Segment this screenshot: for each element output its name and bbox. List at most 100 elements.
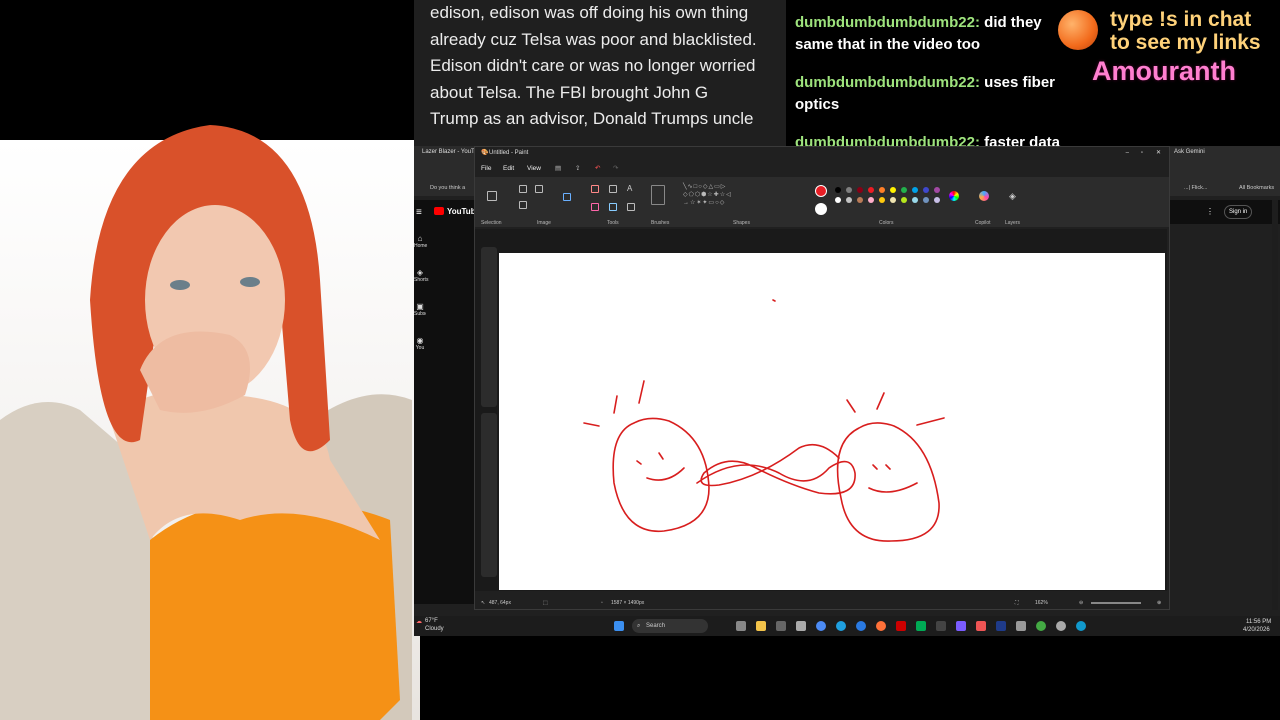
youtube-logo-icon[interactable]: [434, 207, 444, 215]
fill-icon[interactable]: [609, 185, 617, 193]
color-swatch[interactable]: [923, 187, 929, 193]
image-select-icon[interactable]: [563, 193, 571, 201]
browser-tab[interactable]: Lazer Blazer - YouTub: [422, 148, 481, 157]
settings-icon[interactable]: [1056, 621, 1066, 631]
app-icon[interactable]: [856, 621, 866, 631]
weather-desc[interactable]: Cloudy: [425, 626, 444, 632]
color-swatch[interactable]: [846, 187, 852, 193]
eraser-icon[interactable]: [591, 203, 599, 211]
color-swatch[interactable]: [868, 187, 874, 193]
copilot-icon[interactable]: [979, 191, 989, 201]
close-button[interactable]: ✕: [1156, 147, 1161, 160]
left-ray-3: [638, 380, 645, 404]
text-icon[interactable]: A: [627, 185, 635, 193]
app-icon[interactable]: [1016, 621, 1026, 631]
clock-time[interactable]: 11:56 PM: [1246, 619, 1271, 625]
color-swatch[interactable]: [879, 197, 885, 203]
opera-icon[interactable]: [896, 621, 906, 631]
minimize-button[interactable]: –: [1126, 147, 1129, 160]
weather-icon[interactable]: ☁: [416, 618, 422, 625]
steam-icon[interactable]: [936, 621, 946, 631]
zoom-slider[interactable]: [1091, 602, 1141, 604]
paint-titlebar: 🎨 Untitled - Paint – ▫ ✕: [475, 147, 1169, 160]
color-swatch[interactable]: [868, 197, 874, 203]
clock-date[interactable]: 4/20/2026: [1243, 627, 1270, 633]
calendar-icon[interactable]: [796, 621, 806, 631]
task-view-icon[interactable]: [736, 621, 746, 631]
layers-icon[interactable]: ◈: [1009, 191, 1016, 202]
taskbar-search[interactable]: ⌕ Search: [632, 619, 708, 633]
menu-edit[interactable]: Edit: [503, 165, 514, 172]
store-icon[interactable]: [776, 621, 786, 631]
zoom-out-icon[interactable]: ⊖: [1079, 597, 1083, 609]
bookmark-item[interactable]: ...| Flick...: [1184, 185, 1207, 191]
right-eye-l: [872, 464, 878, 470]
crop-icon[interactable]: [519, 185, 527, 193]
file-explorer-icon[interactable]: [756, 621, 766, 631]
paint-title: Untitled - Paint: [489, 150, 529, 156]
shapes-gallery[interactable]: ╲∿□○◇△▭▷ ◇⬠⬡⬢☆✚☆◁ →☆✶✦▭○◇: [683, 183, 753, 213]
photoshop-icon[interactable]: [996, 621, 1006, 631]
color-swatch[interactable]: [890, 197, 896, 203]
color-swatch[interactable]: [890, 187, 896, 193]
brush-size-slider[interactable]: [481, 247, 497, 407]
sidebar-item-home[interactable]: ⌂ Home: [414, 234, 427, 249]
share-icon[interactable]: ⇪: [575, 164, 580, 172]
color-swatch[interactable]: [934, 197, 940, 203]
undo-icon[interactable]: ↶: [595, 164, 600, 172]
color-swatch[interactable]: [857, 197, 863, 203]
app-icon[interactable]: [1036, 621, 1046, 631]
color-swatch[interactable]: [912, 197, 918, 203]
color-swatch[interactable]: [879, 187, 885, 193]
more-icon[interactable]: ⋮: [1206, 207, 1214, 216]
firefox-icon[interactable]: [876, 621, 886, 631]
color-swatch[interactable]: [835, 187, 841, 193]
app-icon[interactable]: [916, 621, 926, 631]
sidebar-item-you[interactable]: ◉ You: [414, 336, 426, 351]
zoom-level[interactable]: 162%: [1035, 597, 1048, 609]
color-swatch[interactable]: [901, 197, 907, 203]
secondary-color-swatch[interactable]: [815, 203, 827, 215]
bookmark-item[interactable]: Do you think a: [430, 185, 465, 191]
paint-taskbar-icon[interactable]: [1076, 621, 1086, 631]
brushes-icon[interactable]: [651, 185, 665, 205]
redo-icon[interactable]: ↷: [613, 164, 618, 172]
sign-in-button[interactable]: Sign in: [1224, 205, 1253, 219]
color-swatch[interactable]: [934, 187, 940, 193]
color-swatch[interactable]: [912, 187, 918, 193]
rotate-icon[interactable]: [519, 201, 527, 209]
opacity-slider[interactable]: [481, 413, 497, 577]
browser-scrollbar[interactable]: [1272, 200, 1278, 610]
weather-temp[interactable]: 67°F: [425, 618, 438, 624]
menu-icon[interactable]: ≡: [416, 207, 422, 218]
active-color-swatch[interactable]: [815, 185, 827, 197]
app-icon[interactable]: [956, 621, 966, 631]
paint-app-icon: 🎨: [481, 150, 489, 156]
color-swatch[interactable]: [835, 197, 841, 203]
fit-icon[interactable]: ⛶: [1015, 597, 1019, 609]
resize-icon[interactable]: [535, 185, 543, 193]
all-bookmarks[interactable]: All Bookmarks: [1239, 185, 1274, 191]
menu-file[interactable]: File: [481, 165, 491, 172]
edit-colors-icon[interactable]: [949, 191, 959, 201]
selection-icon[interactable]: [487, 191, 497, 201]
color-swatch[interactable]: [846, 197, 852, 203]
ask-gemini-button[interactable]: Ask Gemini: [1174, 148, 1205, 157]
color-swatch[interactable]: [923, 197, 929, 203]
color-picker-icon[interactable]: [609, 203, 617, 211]
color-swatch[interactable]: [901, 187, 907, 193]
color-swatch[interactable]: [857, 187, 863, 193]
app-icon[interactable]: [976, 621, 986, 631]
save-icon[interactable]: ▤: [555, 164, 561, 172]
chrome-icon[interactable]: [816, 621, 826, 631]
drawing-canvas[interactable]: [499, 253, 1165, 590]
sidebar-item-subscriptions[interactable]: ▣Subscriptions: [414, 302, 426, 317]
start-icon[interactable]: [614, 621, 624, 631]
pencil-icon[interactable]: [591, 185, 599, 193]
magnifier-icon[interactable]: [627, 203, 635, 211]
sidebar-item-shorts[interactable]: ◈ Shorts: [414, 268, 428, 283]
edge-icon[interactable]: [836, 621, 846, 631]
menu-view[interactable]: View: [527, 165, 541, 172]
zoom-in-icon[interactable]: ⊕: [1157, 597, 1161, 609]
maximize-button[interactable]: ▫: [1141, 147, 1143, 160]
